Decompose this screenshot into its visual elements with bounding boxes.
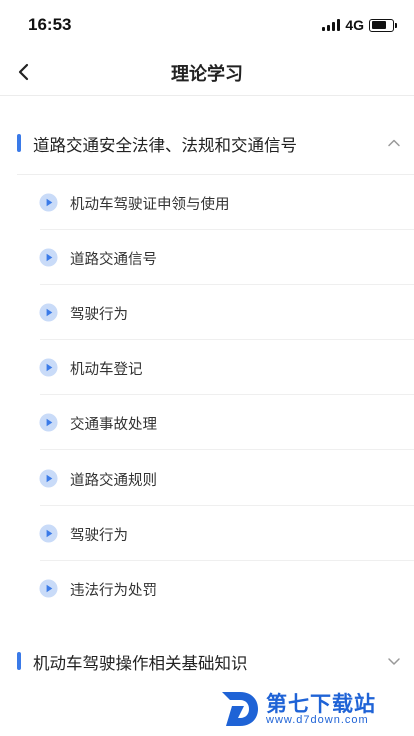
lesson-item[interactable]: 道路交通规则 xyxy=(0,451,414,506)
lesson-label: 驾驶行为 xyxy=(70,527,128,544)
watermark-url: www.d7down.com xyxy=(266,714,369,726)
section-header-traffic-law[interactable]: 道路交通安全法律、法规和交通信号 xyxy=(0,123,414,163)
lesson-item[interactable]: 机动车驾驶证申领与使用 xyxy=(0,175,414,230)
lesson-label: 道路交通信号 xyxy=(70,252,157,269)
play-icon xyxy=(39,524,58,543)
lesson-item[interactable]: 机动车登记 xyxy=(0,340,414,396)
lesson-label: 违法行为处罚 xyxy=(70,582,157,599)
play-icon xyxy=(39,358,58,377)
status-time: 16:53 xyxy=(28,15,72,34)
navigation-bar: 理论学习 xyxy=(0,48,414,96)
signal-icon xyxy=(322,19,341,31)
battery-icon xyxy=(369,18,397,32)
network-type: 4G xyxy=(345,17,364,33)
lesson-item[interactable]: 驾驶行为 xyxy=(0,506,414,561)
chevron-down-icon xyxy=(388,658,400,665)
lesson-item[interactable]: 交通事故处理 xyxy=(0,395,414,451)
chevron-up-icon xyxy=(388,139,400,147)
section-accent-bar xyxy=(17,652,21,670)
play-icon xyxy=(39,303,58,322)
lesson-item[interactable]: 驾驶行为 xyxy=(0,285,414,341)
section-accent-bar xyxy=(17,134,21,152)
lesson-label: 机动车驾驶证申领与使用 xyxy=(70,197,230,213)
section-title: 道路交通安全法律、法规和交通信号 xyxy=(33,136,297,155)
play-icon xyxy=(39,248,58,267)
watermark: 第七下载站 www.d7down.com xyxy=(218,688,406,730)
status-bar: 16:53 4G xyxy=(0,0,414,48)
status-indicators: 4G xyxy=(322,17,397,33)
lesson-item[interactable]: 道路交通信号 xyxy=(0,230,414,286)
page-title: 理论学习 xyxy=(171,64,243,85)
lesson-label: 机动车登记 xyxy=(70,362,143,379)
play-icon xyxy=(39,193,58,212)
play-icon xyxy=(39,413,58,432)
section-header-driving-basics[interactable]: 机动车驾驶操作相关基础知识 xyxy=(0,641,414,681)
lesson-label: 驾驶行为 xyxy=(70,307,128,324)
section-title: 机动车驾驶操作相关基础知识 xyxy=(33,654,248,673)
lesson-item[interactable]: 违法行为处罚 xyxy=(0,561,414,616)
play-icon xyxy=(39,468,58,488)
d7-logo-icon xyxy=(222,692,258,726)
lesson-label: 交通事故处理 xyxy=(70,417,157,434)
lesson-label: 道路交通规则 xyxy=(70,472,157,489)
play-icon xyxy=(39,579,58,598)
